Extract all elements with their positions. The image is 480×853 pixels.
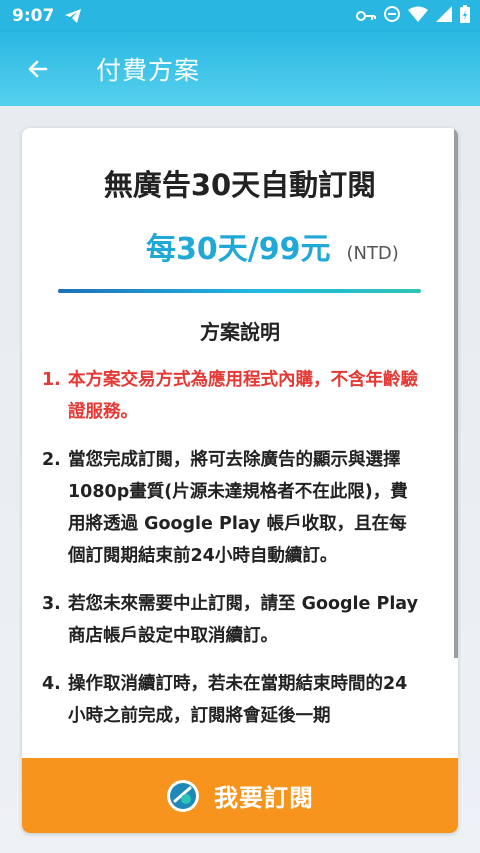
plan-price: 每30天/99元 xyxy=(146,232,331,267)
price-row: 每30天/99元 (NTD) xyxy=(146,224,399,268)
term-number: 2. xyxy=(42,450,61,470)
subscribe-button[interactable]: 我要訂閱 xyxy=(22,758,458,833)
terms-list: 1. 本方案交易方式為應用程式內購，不含年齡驗證服務。 2. 當您完成訂閱，將可… xyxy=(42,364,422,748)
term-item: 1. 本方案交易方式為應用程式內購，不含年齡驗證服務。 xyxy=(42,364,422,428)
back-arrow-icon xyxy=(28,60,48,78)
description-title: 方案說明 xyxy=(200,320,280,344)
page-title: 付費方案 xyxy=(96,56,201,85)
status-time: 9:07 xyxy=(12,6,55,26)
wifi-icon xyxy=(408,6,428,26)
scrollbar[interactable] xyxy=(454,128,458,658)
status-bar: 9:07 xyxy=(0,0,480,32)
key-icon xyxy=(356,7,376,26)
telegram-icon xyxy=(64,8,82,24)
term-text: 操作取消續訂時，若未在當期結束時間的24小時之前完成，訂閱將會延後一期 xyxy=(68,674,408,726)
term-number: 1. xyxy=(42,370,61,390)
plan-currency: (NTD) xyxy=(346,243,399,264)
back-button[interactable] xyxy=(18,49,58,89)
gradient-divider xyxy=(58,289,421,293)
subscribe-label: 我要訂閱 xyxy=(214,784,314,812)
term-text: 當您完成訂閱，將可去除廣告的顯示與選擇1080p畫質(片源未達規格者不在此限)，… xyxy=(68,450,408,566)
term-item: 2. 當您完成訂閱，將可去除廣告的顯示與選擇1080p畫質(片源未達規格者不在此… xyxy=(42,444,422,572)
term-text: 本方案交易方式為應用程式內購，不含年齡驗證服務。 xyxy=(68,370,418,422)
term-item: 3. 若您未來需要中止訂閱，請至 Google Play 商店帳戶設定中取消續訂… xyxy=(42,588,422,652)
app-bar: 付費方案 xyxy=(0,32,480,106)
term-item: 4. 操作取消續訂時，若未在當期結束時間的24小時之前完成，訂閱將會延後一期 xyxy=(42,668,422,732)
do-not-disturb-icon xyxy=(384,6,400,26)
signal-icon xyxy=(436,6,452,26)
subscribe-icon xyxy=(167,779,199,812)
battery-icon xyxy=(460,5,470,27)
status-icons xyxy=(356,0,470,32)
plan-title: 無廣告30天自動訂閱 xyxy=(103,168,377,202)
plan-card[interactable]: 無廣告30天自動訂閱 每30天/99元 (NTD) 方案說明 1. 本方案交易方… xyxy=(22,128,458,833)
term-number: 3. xyxy=(42,594,61,614)
term-text: 若您未來需要中止訂閱，請至 Google Play 商店帳戶設定中取消續訂。 xyxy=(68,594,418,646)
term-number: 4. xyxy=(42,674,61,694)
